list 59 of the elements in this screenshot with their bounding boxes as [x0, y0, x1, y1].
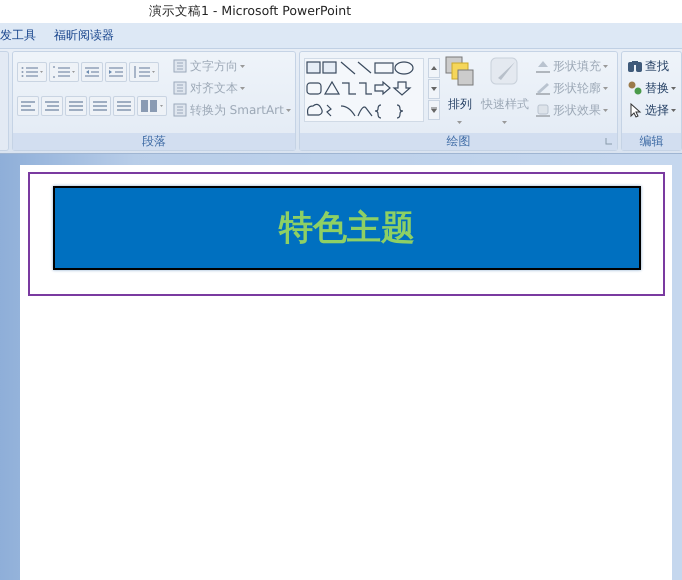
align-paragraph-button[interactable]	[112, 96, 135, 116]
numbered-list-button[interactable]	[48, 62, 79, 82]
align-center-icon	[44, 99, 60, 113]
justify-icon	[92, 99, 108, 113]
distribute-icon	[116, 99, 132, 113]
caret-icon	[457, 121, 462, 124]
gallery-more-button[interactable]	[428, 100, 440, 120]
editing-command[interactable]: 选择	[626, 100, 677, 120]
columns-icon	[140, 99, 164, 113]
caret-icon	[240, 86, 245, 90]
decrease-indent-icon	[84, 65, 100, 79]
editing-command[interactable]: 替换	[626, 78, 677, 98]
caret-icon	[502, 121, 508, 124]
line-spacing-button[interactable]	[128, 62, 159, 82]
gallery-scroll-up[interactable]	[428, 58, 440, 78]
align-paragraph-button[interactable]	[16, 96, 39, 116]
align-paragraph-button[interactable]	[64, 96, 87, 116]
caret-icon	[286, 108, 291, 112]
group-label: 段落	[12, 133, 295, 150]
caret-icon	[602, 108, 608, 112]
columns-button[interactable]	[136, 96, 167, 116]
line-spacing-icon	[132, 65, 156, 79]
binoculars-icon	[627, 58, 643, 74]
caret-icon	[671, 86, 676, 90]
slide-title: 特色主题	[279, 207, 415, 250]
smartart-icon	[172, 102, 188, 118]
align-right-icon	[68, 99, 84, 113]
align-paragraph-button[interactable]	[40, 96, 63, 116]
down-arrow-icon	[430, 87, 437, 91]
ribbon-tab[interactable]: 福昕阅读器	[54, 25, 114, 46]
shape-effect-icon	[534, 102, 551, 118]
caret-icon	[602, 86, 608, 90]
align-left-icon	[20, 99, 36, 113]
shape-gallery-drawing[interactable]	[304, 58, 424, 122]
increase-indent-icon	[108, 65, 124, 79]
group-label: 编辑	[622, 133, 681, 150]
bullet-list-button[interactable]	[16, 62, 47, 82]
editing-command[interactable]: 查找	[626, 56, 677, 76]
align-paragraph-button[interactable]	[88, 96, 111, 116]
stacked-squares-icon	[444, 56, 475, 88]
decrease-indent-button[interactable]	[80, 62, 103, 82]
numbered-list-icon	[52, 65, 76, 79]
ribbon-tab[interactable]: 发工具	[0, 25, 36, 46]
bullet-list-icon	[20, 65, 44, 79]
caret-icon	[671, 108, 676, 112]
arrange-button[interactable]: 排列	[444, 56, 476, 133]
caret-icon	[240, 64, 245, 68]
expand-icon	[430, 107, 437, 113]
text-placeholder[interactable]: 特色主题	[28, 172, 665, 296]
dialog-launcher-icon[interactable]	[605, 137, 613, 145]
caret-icon	[602, 64, 608, 68]
group-label: 绘图	[300, 133, 617, 150]
up-arrow-icon	[430, 66, 437, 70]
pen-outline-icon	[534, 80, 551, 96]
gallery-scroll-down[interactable]	[428, 79, 440, 99]
window-title: 演示文稿1 - Microsoft PowerPoint	[149, 3, 352, 20]
increase-indent-button[interactable]	[104, 62, 127, 82]
text-direction-icon	[172, 58, 188, 74]
align-text-icon	[172, 80, 188, 96]
